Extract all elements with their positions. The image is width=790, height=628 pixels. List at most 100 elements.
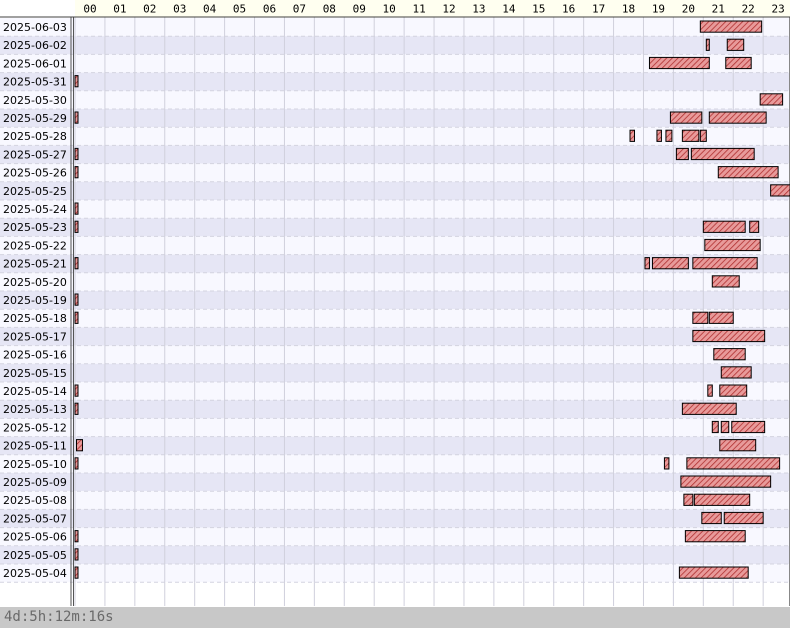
activity-bar [74,166,79,179]
row-background [0,345,790,364]
hour-tick-label: 12 [442,3,455,16]
activity-bar [719,384,748,397]
row-date-label: 2025-05-19 [3,294,67,307]
activity-bar [681,402,737,415]
row-date-label: 2025-05-04 [3,567,67,580]
activity-bar [690,147,755,161]
row-date-label: 2025-05-15 [3,367,67,380]
activity-bar [720,420,730,434]
hour-tick-label: 06 [263,3,276,16]
row-date-label: 2025-05-13 [3,403,67,416]
hour-tick-label: 10 [383,3,396,16]
activity-bar [686,457,781,470]
activity-bar [74,111,79,124]
row-background [0,309,790,328]
activity-bar [74,530,79,543]
row-background [0,218,790,237]
activity-bar [725,56,752,70]
row-background [0,545,790,564]
activity-bar [648,56,710,70]
hour-tick-label: 07 [293,3,306,16]
activity-bar [629,129,636,142]
row-background [0,236,790,255]
activity-bar [644,257,650,270]
activity-bar [75,439,83,452]
hour-tick-label: 04 [203,3,217,16]
row-date-label: 2025-05-31 [3,76,67,89]
hour-tick-label: 11 [412,3,425,16]
row-date-label: 2025-05-24 [3,203,67,216]
row-background [0,327,790,346]
activity-bar [74,457,79,470]
activity-bar [711,420,719,434]
activity-bar [74,75,79,88]
activity-bar [678,566,749,579]
activity-bar [770,184,790,197]
row-background [0,564,790,583]
hour-tick-label: 13 [472,3,485,16]
row-date-label: 2025-05-20 [3,276,67,289]
footer-bar: 4d:5h:12m:16s [0,607,790,628]
row-background [0,418,790,437]
activity-bar [651,257,689,270]
activity-bar [74,311,79,324]
row-date-label: 2025-05-11 [3,440,67,453]
activity-bar [719,439,757,452]
row-date-label: 2025-05-14 [3,385,67,398]
activity-bar [708,311,734,324]
row-date-label: 2025-05-27 [3,148,67,161]
row-background [0,181,790,200]
row-date-label: 2025-05-29 [3,112,67,125]
hour-tick-label: 08 [323,3,336,16]
hour-tick-label: 14 [502,3,516,16]
activity-bar [656,129,662,142]
hour-tick-label: 00 [83,3,96,16]
activity-bar [74,548,79,561]
hour-tick-label: 19 [652,3,665,16]
row-background [0,473,790,492]
row-background [0,163,790,182]
hour-tick-label: 17 [592,3,605,16]
row-date-label: 2025-06-01 [3,57,67,70]
activity-bar [74,566,79,579]
activity-bar [705,38,710,51]
activity-bar [669,111,703,124]
activity-bar [759,93,784,106]
row-date-label: 2025-05-25 [3,185,67,198]
row-date-label: 2025-05-16 [3,349,67,362]
activity-bar [683,493,694,506]
hour-tick-label: 21 [712,3,725,16]
row-background [0,200,790,219]
row-date-label: 2025-06-03 [3,21,67,34]
activity-bar [749,220,760,233]
hour-tick-label: 09 [353,3,366,16]
activity-bar [726,38,745,51]
row-background [0,491,790,510]
activity-bar [74,147,79,161]
hour-tick-label: 05 [233,3,246,16]
row-date-label: 2025-06-02 [3,39,67,52]
activity-bar [680,475,772,488]
activity-bar [74,402,79,415]
activity-bar [681,129,700,142]
hour-tick-label: 18 [622,3,635,16]
hour-tick-label: 20 [682,3,695,16]
activity-bar [675,147,689,161]
row-date-label: 2025-05-23 [3,221,67,234]
activity-bar [708,111,767,124]
activity-bar [713,348,746,361]
row-date-label: 2025-05-26 [3,167,67,180]
row-date-label: 2025-05-12 [3,421,67,434]
activity-bar [665,129,673,142]
hour-tick-label: 02 [143,3,156,16]
row-date-label: 2025-05-05 [3,549,67,562]
activity-bar [663,457,670,470]
hour-tick-label: 22 [742,3,755,16]
row-date-label: 2025-05-22 [3,239,67,252]
activity-bar [693,493,751,506]
row-date-label: 2025-05-06 [3,531,67,544]
activity-bar [74,257,79,270]
hour-tick-label: 01 [113,3,126,16]
activity-bar [684,530,746,543]
activity-bar [74,220,79,233]
